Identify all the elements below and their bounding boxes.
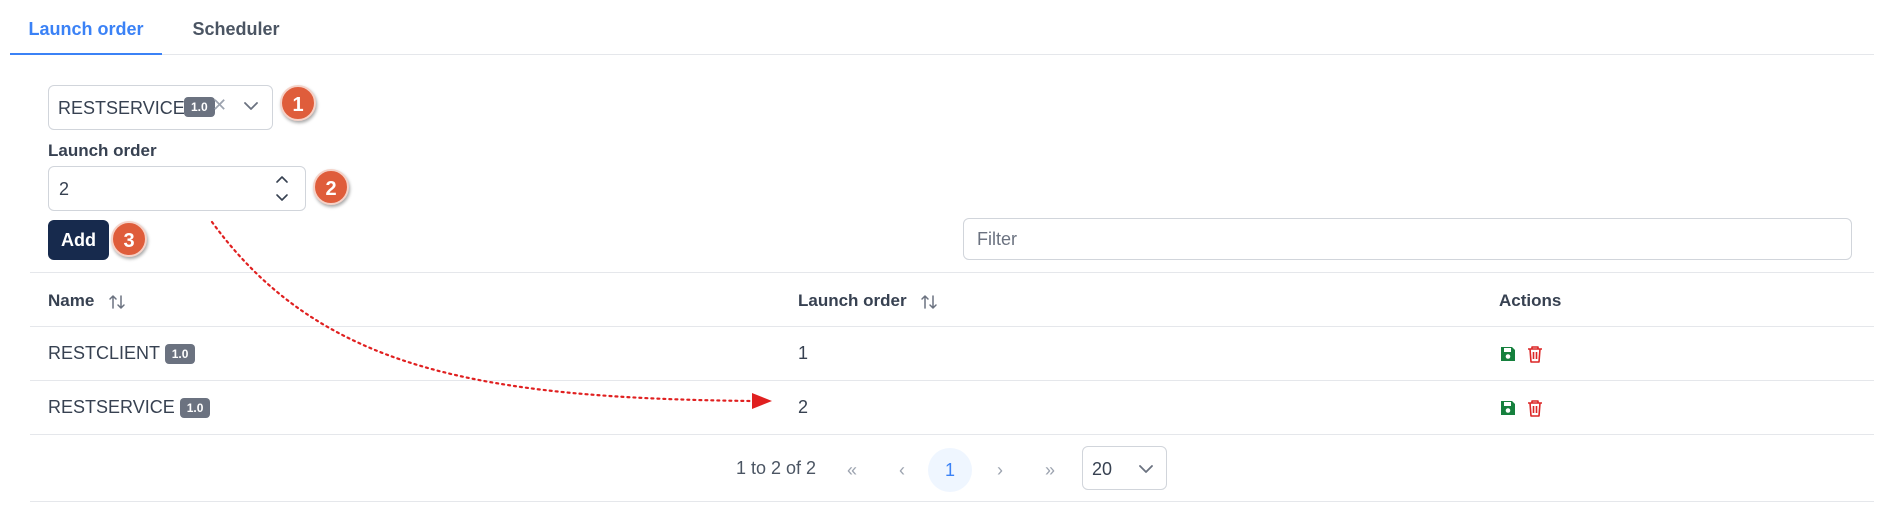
increment-icon[interactable] bbox=[273, 172, 291, 186]
trash-icon[interactable] bbox=[1526, 398, 1544, 418]
page-size-value: 20 bbox=[1092, 459, 1113, 479]
clear-icon[interactable]: ✕ bbox=[212, 95, 227, 116]
tab-scheduler[interactable]: Scheduler bbox=[174, 0, 298, 55]
pagination-summary: 1 to 2 of 2 bbox=[736, 458, 817, 478]
table-footer-divider bbox=[30, 501, 1874, 502]
add-button[interactable]: Add bbox=[48, 220, 109, 260]
tab-bar: Launch order Scheduler bbox=[10, 0, 1874, 55]
column-header-actions: Actions bbox=[1499, 291, 1562, 310]
next-page-button[interactable]: › bbox=[978, 448, 1022, 492]
row-name: RESTCLIENT bbox=[48, 343, 160, 363]
row-launch-order: 1 bbox=[798, 343, 809, 363]
chevron-down-icon bbox=[1139, 465, 1153, 473]
chevron-down-icon[interactable] bbox=[241, 96, 261, 116]
column-header-launch-order[interactable]: Launch order bbox=[798, 291, 939, 312]
row-name: RESTSERVICE bbox=[48, 397, 175, 417]
row-launch-order: 2 bbox=[798, 397, 809, 417]
table-row: RESTSERVICE 1.0 2 bbox=[30, 381, 1874, 435]
service-select[interactable]: RESTSERVICE 1.0 ✕ bbox=[48, 85, 273, 130]
save-icon[interactable] bbox=[1499, 398, 1517, 418]
row-actions bbox=[1499, 397, 1548, 418]
first-page-button[interactable]: « bbox=[830, 448, 874, 492]
version-badge: 1.0 bbox=[184, 97, 215, 117]
version-badge: 1.0 bbox=[164, 344, 196, 365]
step-marker-3: 3 bbox=[111, 221, 147, 257]
row-name-cell: RESTSERVICE 1.0 bbox=[48, 397, 211, 419]
launch-order-label: Launch order bbox=[48, 141, 157, 160]
column-header-name-label: Name bbox=[48, 291, 95, 310]
prev-page-button[interactable]: ‹ bbox=[880, 448, 924, 492]
tab-launch-order[interactable]: Launch order bbox=[10, 0, 162, 55]
page-size-select[interactable]: 20 bbox=[1082, 446, 1167, 490]
page-button-current[interactable]: 1 bbox=[928, 448, 972, 492]
save-icon[interactable] bbox=[1499, 344, 1517, 364]
sort-icon[interactable] bbox=[919, 292, 939, 312]
last-page-button[interactable]: » bbox=[1028, 448, 1072, 492]
filter-input[interactable] bbox=[963, 218, 1852, 260]
row-actions bbox=[1499, 343, 1548, 364]
step-marker-2: 2 bbox=[313, 169, 349, 205]
trash-icon[interactable] bbox=[1526, 344, 1544, 364]
version-badge: 1.0 bbox=[179, 398, 211, 419]
launch-order-input[interactable]: 2 bbox=[48, 166, 306, 211]
table-header-row: Name Launch order Actions bbox=[30, 272, 1874, 327]
table-row: RESTCLIENT 1.0 1 bbox=[30, 327, 1874, 381]
column-header-name[interactable]: Name bbox=[48, 291, 127, 312]
column-header-launch-order-label: Launch order bbox=[798, 291, 907, 310]
step-marker-1: 1 bbox=[280, 85, 316, 121]
sort-icon[interactable] bbox=[107, 292, 127, 312]
row-name-cell: RESTCLIENT 1.0 bbox=[48, 343, 196, 365]
decrement-icon[interactable] bbox=[273, 191, 291, 205]
service-select-value: RESTSERVICE bbox=[58, 98, 185, 118]
launch-order-value: 2 bbox=[59, 179, 70, 199]
